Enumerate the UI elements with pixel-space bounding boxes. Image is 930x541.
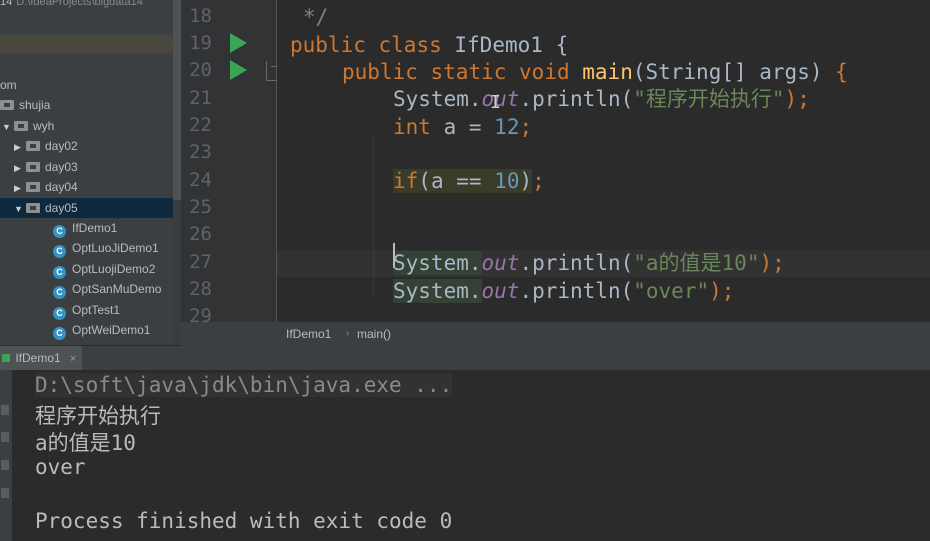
run-main-icon[interactable] [230,60,247,80]
tree-item-label: om [0,78,17,92]
text-caret [393,243,395,268]
tree-item-opttest1[interactable]: C OptTest1 [53,300,120,320]
console-output-line: 程序开始执行 [35,404,161,428]
line-number: 26 [189,223,212,245]
line-number: 21 [189,87,212,109]
folder-icon [14,121,28,131]
mouse-ibeam-cursor-icon: I [490,92,501,113]
tree-item-label: day04 [45,180,78,194]
breadcrumb-class[interactable]: IfDemo1 [286,322,331,346]
class-icon: C [53,307,66,320]
chevron-right-icon[interactable]: ▶ [14,137,26,157]
pin-icon[interactable] [1,488,9,498]
tree-item-wyh[interactable]: ▼ wyh [2,116,54,136]
restore-layout-icon[interactable] [1,460,9,470]
console-output-line: over [35,455,86,479]
class-icon: C [53,266,66,279]
class-icon: C [53,225,66,238]
line-number: 23 [189,141,212,163]
chevron-right-icon[interactable]: ▶ [14,158,26,178]
folder-icon [26,182,40,192]
tree-item-label: day05 [45,201,78,215]
line-number: 19 [189,32,212,54]
run-config-icon [2,354,10,362]
class-icon: C [53,286,66,299]
run-tab[interactable]: IfDemo1 × [0,346,83,370]
console-toolbar [0,370,12,541]
code-line-20: public static void main(String[] args) { [342,60,848,84]
line-number: 22 [189,114,212,136]
tree-item-day04[interactable]: ▶ day04 [14,177,78,197]
code-line-27: System.out.println("a的值是10"); [393,251,785,275]
line-number: 27 [189,251,212,273]
tree-item-label: day03 [45,160,78,174]
code-line-21: System.out.println("程序开始执行"); [393,87,810,111]
run-tab-label: IfDemo1 [15,351,61,365]
chevron-down-icon[interactable]: ▼ [14,199,26,219]
tree-item-label: OptWeiDemo1 [72,323,151,337]
code-line-18: */ [303,5,329,29]
tree-item-label: OptLuojiDemo2 [72,262,156,276]
console-output-line: a的值是10 [35,431,136,455]
line-number: 20 [189,59,212,81]
code-line-28: System.out.println("over"); [393,279,735,303]
tree-item-optluojidemo1[interactable]: C OptLuoJiDemo1 [53,238,159,258]
class-icon: C [53,245,66,258]
tree-item-day02[interactable]: ▶ day02 [14,136,78,156]
line-number: 24 [189,169,212,191]
line-number: 25 [189,196,212,218]
console-exit-line: Process finished with exit code 0 [35,509,453,533]
breadcrumb-method[interactable]: main() [357,322,391,346]
stop-icon[interactable] [1,432,9,442]
close-icon[interactable]: × [70,353,76,365]
tree-item-day03[interactable]: ▶ day03 [14,157,78,177]
code-line-22: int a = 12; [393,115,533,139]
chevron-right-icon[interactable]: ▶ [14,178,26,198]
tree-item-label: shujia [19,98,51,112]
folder-icon [26,203,40,213]
tree-item-label: IfDemo1 [72,221,118,235]
chevron-down-icon[interactable]: ▼ [2,117,14,137]
folder-icon [26,141,40,151]
tree-item-label: day02 [45,139,78,153]
tree-item-day05[interactable]: ▼ day05 [0,198,173,218]
code-line-24: if(a == 10); [393,169,545,193]
tree-item-label: OptLuoJiDemo1 [72,241,159,255]
class-icon: C [53,327,66,340]
project-path: 14 D:\IdeaProjects\bigdata14 [0,0,143,8]
tree-item-label: OptSanMuDemo [72,282,162,296]
tree-item-com[interactable]: om [0,75,17,95]
run-class-icon[interactable] [230,33,247,53]
breadcrumb: IfDemo1 › main() [181,322,930,346]
tree-item-optweidemo1[interactable]: C OptWeiDemo1 [53,320,150,340]
tree-item-optluojidemo2[interactable]: C OptLuojiDemo2 [53,259,155,279]
project-tree: 14 D:\IdeaProjects\bigdata14 om shujia ▼ w… [0,0,181,345]
folder-icon [0,100,14,110]
tree-scrollbar-track[interactable] [173,200,181,345]
tree-highlight [0,35,173,53]
tree-item-label: wyh [33,119,55,133]
tree-item-shujia[interactable]: shujia [0,95,50,115]
line-number: 28 [189,278,212,300]
line-number: 18 [189,5,212,27]
tree-scrollbar-thumb[interactable] [173,0,181,200]
rerun-icon[interactable] [1,405,9,415]
console-output[interactable]: D:\soft\java\jdk\bin\java.exe ... 程序开始执行… [0,370,930,541]
console-command-line: D:\soft\java\jdk\bin\java.exe ... [35,373,453,397]
tree-item-label: OptTest1 [72,303,121,317]
indent-guide [373,135,375,295]
tree-item-ifdemo1[interactable]: C IfDemo1 [53,218,117,238]
breadcrumb-separator-icon: › [346,328,350,339]
tree-item-optsanmudemo[interactable]: C OptSanMuDemo [53,279,161,299]
run-panel-header: IfDemo1 × [0,346,930,370]
code-line-19: public class IfDemo1 { [290,33,569,57]
folder-icon [26,162,40,172]
